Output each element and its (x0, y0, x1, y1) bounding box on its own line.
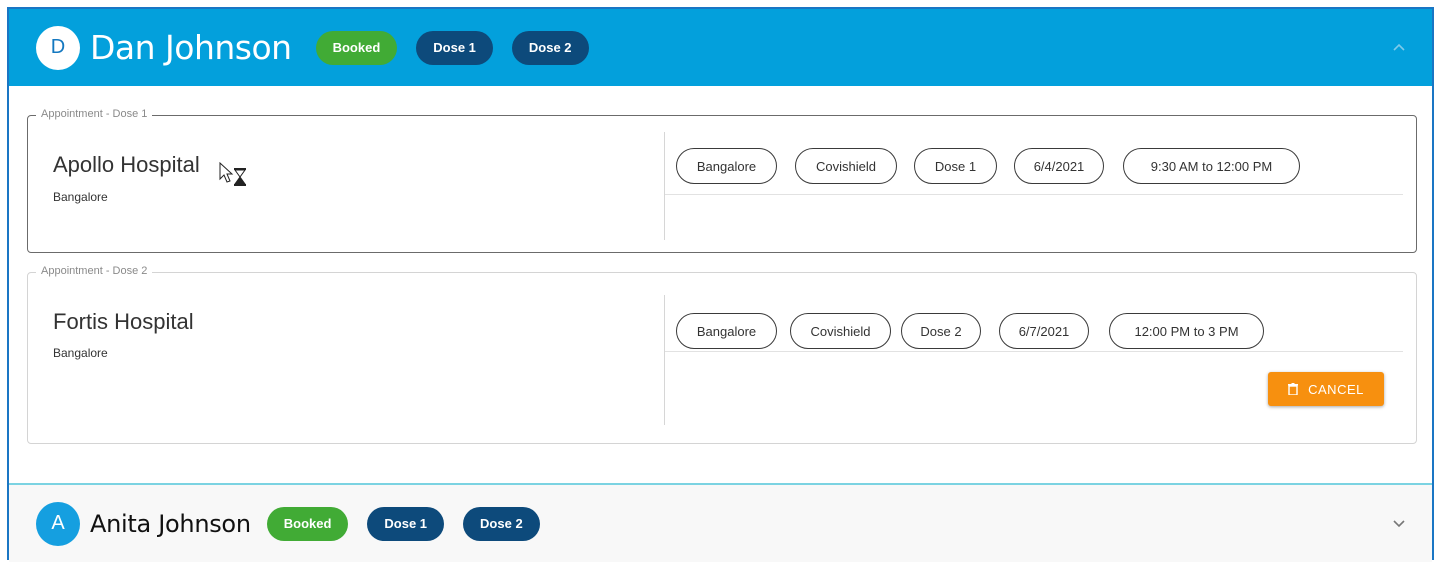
cancel-label: CANCEL (1308, 381, 1364, 397)
vertical-divider (664, 295, 665, 425)
vertical-divider (664, 132, 665, 240)
hospital-city: Bangalore (53, 346, 108, 360)
hospital-name: Fortis Hospital (53, 309, 194, 334)
chip-location: Bangalore (676, 313, 777, 349)
dose-badge-2: Dose 2 (511, 30, 589, 65)
horizontal-divider (665, 351, 1403, 352)
dose-badge-1: Dose 1 (416, 30, 493, 65)
chip-dose: Dose 1 (914, 148, 997, 184)
chip-vaccine: Covishield (795, 148, 897, 184)
chip-location: Bangalore (676, 148, 777, 184)
appointment-dose-1: Appointment - Dose 1 Apollo Hospital Ban… (27, 108, 1417, 253)
hospital-city: Bangalore (53, 190, 108, 204)
chip-date: 6/4/2021 (1014, 148, 1104, 184)
chip-time-slot: 9:30 AM to 12:00 PM (1123, 148, 1300, 184)
accordion-header-anita-johnson[interactable]: A Anita Johnson Booked Dose 1 Dose 2 (9, 485, 1432, 562)
status-badge-booked: Booked (315, 30, 398, 65)
chevron-up-icon[interactable] (1392, 39, 1406, 55)
busy-cursor-icon (219, 162, 246, 186)
chip-time-slot: 12:00 PM to 3 PM (1109, 313, 1264, 349)
beneficiary-list: D Dan Johnson Booked Dose 1 Dose 2 Appoi… (7, 7, 1434, 562)
person-name: Dan Johnson (90, 28, 292, 67)
cancel-button[interactable]: CANCEL (1268, 372, 1384, 406)
dose-badge-2: Dose 2 (463, 506, 540, 541)
hospital-name: Apollo Hospital (53, 152, 200, 177)
fieldset-legend: Appointment - Dose 1 (36, 108, 153, 120)
appointment-dose-2: Appointment - Dose 2 Fortis Hospital Ban… (27, 265, 1417, 444)
fieldset-legend: Appointment - Dose 2 (36, 265, 153, 277)
avatar: A (36, 501, 80, 546)
avatar: D (36, 25, 80, 70)
chip-dose: Dose 2 (901, 313, 981, 349)
chip-vaccine: Covishield (790, 313, 891, 349)
chevron-down-icon[interactable] (1392, 515, 1406, 531)
dose-badge-1: Dose 1 (367, 506, 445, 541)
horizontal-divider (665, 194, 1403, 195)
chip-date: 6/7/2021 (999, 313, 1089, 349)
accordion-header-dan-johnson[interactable]: D Dan Johnson Booked Dose 1 Dose 2 (9, 9, 1432, 86)
status-badge-booked: Booked (266, 506, 349, 541)
trash-icon (1288, 383, 1299, 395)
person-name: Anita Johnson (90, 509, 251, 538)
